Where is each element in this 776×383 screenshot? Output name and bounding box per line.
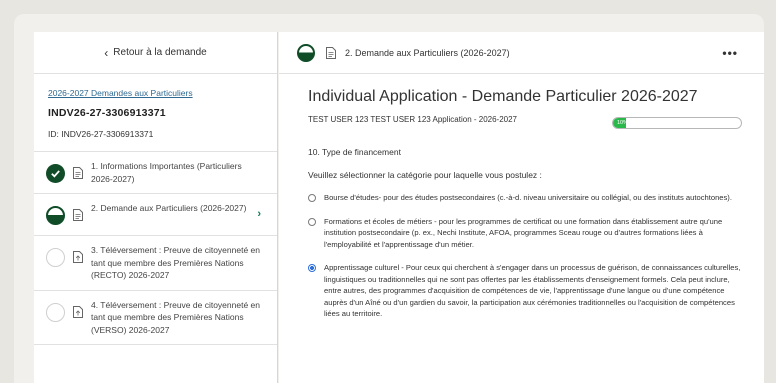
not-started-icon [46, 248, 65, 267]
chevron-right-icon: › [257, 208, 261, 220]
form-header: 2. Demande aux Particuliers (2026-2027) … [279, 32, 764, 74]
radio-option-scholarship[interactable]: Bourse d'études- pour des études postsec… [308, 192, 742, 204]
sidebar: ‹ Retour à la demande 2026-2027 Demandes… [34, 32, 278, 383]
sidebar-step-label: 4. Téléversement : Preuve de citoyenneté… [91, 299, 260, 335]
page-title: Individual Application - Demande Particu… [308, 88, 698, 105]
sidebar-step-label: 1. Informations Importantes (Particulier… [91, 161, 242, 184]
sidebar-step-label: 3. Téléversement : Preuve de citoyenneté… [91, 245, 260, 280]
option-label: Bourse d'études- pour des études postsec… [324, 193, 732, 202]
sidebar-step-label: 2. Demande aux Particuliers (2026-2027) [91, 203, 247, 213]
question-number: 10. Type de financement [308, 147, 401, 157]
more-options-button[interactable]: ••• [722, 46, 738, 60]
chevron-left-icon: ‹ [104, 45, 109, 60]
upload-document-icon [73, 251, 83, 263]
subheading-row: TEST USER 123 TEST USER 123 Application … [308, 109, 742, 129]
question-text: Veuillez sélectionner la catégorie pour … [308, 170, 542, 180]
application-link[interactable]: 2026-2027 Demandes aux Particuliers [48, 88, 263, 98]
sidebar-step-3[interactable]: 3. Téléversement : Preuve de citoyenneté… [34, 236, 277, 291]
form-content: Individual Application - Demande Particu… [279, 88, 764, 320]
app-frame: ‹ Retour à la demande 2026-2027 Demandes… [14, 14, 764, 383]
application-summary: 2026-2027 Demandes aux Particuliers INDV… [34, 74, 277, 152]
back-to-application-button[interactable]: ‹ Retour à la demande [34, 32, 277, 74]
progress-bar: 10% [612, 117, 742, 129]
radio-button-selected[interactable] [308, 264, 316, 272]
progress-fill: 10% [613, 118, 628, 128]
half-progress-icon [46, 206, 65, 225]
document-icon [73, 209, 83, 221]
document-icon [73, 167, 83, 179]
option-label: Apprentissage culturel - Pour ceux qui c… [324, 263, 741, 318]
not-started-icon [46, 302, 65, 322]
sidebar-step-1[interactable]: 1. Informations Importantes (Particulier… [34, 152, 277, 194]
application-number: INDV26-27-3306913371 [48, 107, 166, 119]
sidebar-step-2[interactable]: 2. Demande aux Particuliers (2026-2027) … [34, 194, 277, 236]
radio-option-cultural[interactable]: Apprentissage culturel - Pour ceux qui c… [308, 262, 742, 320]
back-label: Retour à la demande [113, 47, 207, 58]
upload-document-icon [73, 305, 83, 318]
radio-button[interactable] [308, 194, 316, 202]
applicant-info: TEST USER 123 TEST USER 123 Application … [308, 114, 518, 124]
sidebar-step-4[interactable]: 4. Téléversement : Preuve de citoyenneté… [34, 291, 277, 345]
application-id: ID: INDV26-27-3306913371 [48, 129, 154, 139]
main-panel: 2. Demande aux Particuliers (2026-2027) … [279, 32, 764, 383]
form-title: 2. Demande aux Particuliers (2026-2027) [345, 47, 510, 58]
radio-option-training[interactable]: Formations et écoles de métiers - pour l… [308, 216, 742, 251]
document-icon [326, 46, 336, 59]
check-complete-icon [46, 164, 65, 183]
half-progress-icon [297, 43, 315, 62]
option-label: Formations et écoles de métiers - pour l… [324, 216, 723, 249]
radio-button[interactable] [308, 217, 316, 226]
